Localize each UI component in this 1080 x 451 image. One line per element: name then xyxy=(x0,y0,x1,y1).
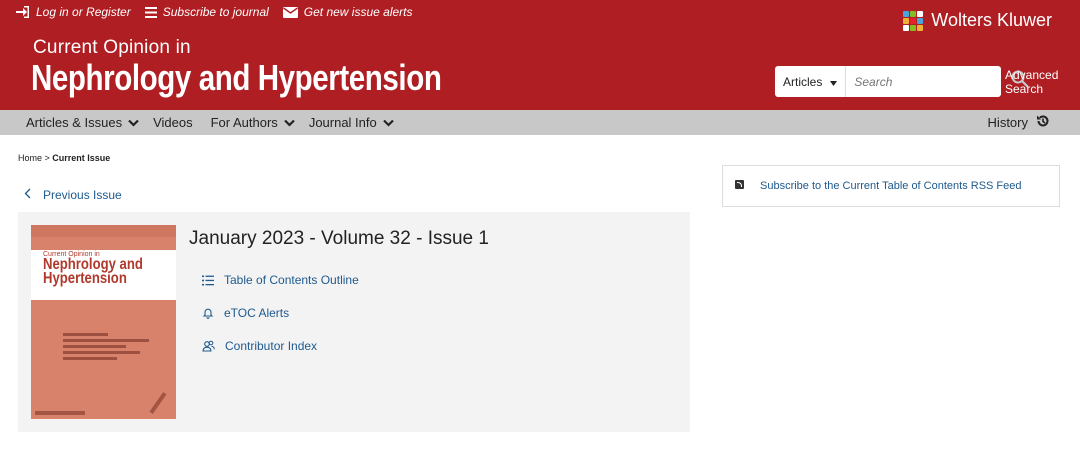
login-label: Log in or Register xyxy=(36,5,131,19)
journal-cover-image[interactable]: Current Opinion in Nephrology and Hypert… xyxy=(31,225,176,419)
issue-links: Table of Contents Outline eTOC Alerts Co… xyxy=(202,270,359,369)
issue-title: January 2023 - Volume 32 - Issue 1 xyxy=(189,228,489,249)
previous-issue-link[interactable]: Previous Issue xyxy=(24,188,122,202)
advanced-search-link[interactable]: Advanced Search xyxy=(1005,68,1058,96)
search-scope-label: Articles xyxy=(783,74,823,89)
toc-outline-link[interactable]: Table of Contents Outline xyxy=(202,270,359,290)
subscribe-label: Subscribe to journal xyxy=(162,5,269,19)
nav-journal-info[interactable]: Journal Info xyxy=(309,115,394,130)
etoc-alerts-link[interactable]: eTOC Alerts xyxy=(202,303,359,323)
cover-title-line2: Hypertension xyxy=(43,270,127,287)
journal-title[interactable]: Nephrology and Hypertension xyxy=(31,57,442,99)
cover-title: Nephrology and Hypertension xyxy=(43,257,143,287)
rss-label: Subscribe to the Current Table of Conten… xyxy=(760,180,1022,192)
contributors-icon xyxy=(202,340,215,352)
nav-videos[interactable]: Videos xyxy=(153,115,193,130)
current-issue-panel: Current Opinion in Nephrology and Hypert… xyxy=(18,212,690,432)
toc-outline-label: Table of Contents Outline xyxy=(224,273,359,287)
login-icon xyxy=(16,6,30,18)
search-scope-select[interactable]: Articles xyxy=(775,66,847,97)
nav-label: Articles & Issues xyxy=(26,115,123,130)
history-icon xyxy=(1036,114,1050,131)
nav-for-authors[interactable]: For Authors xyxy=(211,115,295,130)
publisher-name: Wolters Kluwer xyxy=(931,10,1052,30)
subscribe-link[interactable]: Subscribe to journal xyxy=(144,5,269,19)
search-bar: Articles xyxy=(775,66,1030,97)
nav-label: For Authors xyxy=(210,115,278,130)
list-icon xyxy=(202,275,214,286)
previous-issue-label: Previous Issue xyxy=(43,188,122,202)
rss-icon xyxy=(735,179,744,189)
contributor-index-link[interactable]: Contributor Index xyxy=(202,336,359,356)
chevron-down-icon xyxy=(128,115,139,130)
rss-subscribe-link[interactable]: Subscribe to the Current Table of Conten… xyxy=(722,165,1060,207)
site-header: Log in or Register Subscribe to journal … xyxy=(0,0,1080,110)
cover-publisher-mark xyxy=(35,411,85,415)
caret-down-icon xyxy=(830,75,838,89)
publisher-logo[interactable]: Wolters Kluwer xyxy=(903,10,1052,31)
breadcrumb: Home > Current Issue xyxy=(18,153,110,163)
nav-label: Journal Info xyxy=(308,115,377,130)
chevron-left-icon xyxy=(24,188,31,202)
breadcrumb-home[interactable]: Home xyxy=(18,153,42,163)
history-label: History xyxy=(987,115,1028,130)
envelope-icon xyxy=(282,6,298,18)
chevron-down-icon xyxy=(284,115,295,130)
nav-articles-issues[interactable]: Articles & Issues xyxy=(26,115,139,130)
login-link[interactable]: Log in or Register xyxy=(16,5,131,19)
search-input[interactable] xyxy=(846,74,1012,89)
cover-text-block xyxy=(63,333,153,363)
breadcrumb-current: Current Issue xyxy=(52,153,111,163)
cover-diagonal-label xyxy=(149,392,167,414)
cover-header-strip xyxy=(31,225,176,237)
journal-subtitle: Current Opinion in xyxy=(33,37,191,58)
advanced-search-line1: Advanced xyxy=(1005,68,1059,82)
contributor-index-label: Contributor Index xyxy=(225,339,318,353)
bell-icon xyxy=(202,307,214,319)
etoc-alerts-label: eTOC Alerts xyxy=(224,306,290,320)
top-links: Log in or Register Subscribe to journal … xyxy=(16,5,413,19)
publisher-logo-icon xyxy=(903,10,924,31)
menu-icon xyxy=(144,6,157,18)
nav-history[interactable]: History xyxy=(988,114,1050,131)
chevron-down-icon xyxy=(382,115,394,130)
alerts-label: Get new issue alerts xyxy=(303,5,413,19)
alerts-link[interactable]: Get new issue alerts xyxy=(282,5,413,19)
nav-label: Videos xyxy=(153,115,193,130)
advanced-search-line2: Search xyxy=(1005,82,1044,96)
main-nav: Articles & Issues Videos For Authors Jou… xyxy=(0,110,1080,135)
breadcrumb-separator: > xyxy=(42,153,53,163)
